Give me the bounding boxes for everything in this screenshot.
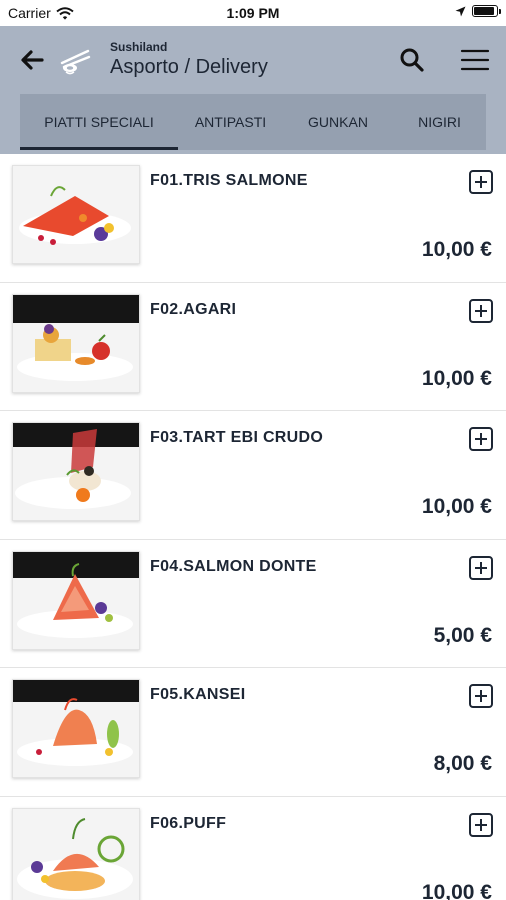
product-list: F01.TRIS SALMONE 10,00 € F02.AGARI 10,00…: [0, 154, 506, 900]
chopsticks-logo: [60, 49, 91, 75]
status-right: [455, 5, 501, 17]
item-name: F06.PUFF: [150, 814, 227, 832]
app-header: Sushiland Asporto / Delivery: [0, 26, 506, 94]
plus-square-icon[interactable]: [469, 684, 493, 708]
item-price: 10,00 €: [421, 495, 492, 518]
category-tabs: PIATTI SPECIALI ANTIPASTI GUNKAN NIGIRI: [20, 94, 486, 150]
dish-photo: [12, 293, 140, 393]
hamburger-menu-icon[interactable]: [460, 46, 490, 74]
item-name: F03.TART EBI CRUDO: [150, 429, 324, 446]
tab-gunkan[interactable]: GUNKAN: [283, 94, 393, 150]
plus-square-icon[interactable]: [469, 812, 493, 837]
list-item[interactable]: F01.TRIS SALMONE 10,00 €: [0, 154, 506, 283]
item-price: 5,00 €: [433, 623, 492, 647]
search-icon[interactable]: [398, 46, 426, 74]
item-name: F04.SALMON DONTE: [150, 557, 317, 575]
tab-label: ANTIPASTI: [194, 114, 267, 130]
dish-photo: [12, 422, 140, 521]
item-price: 8,00 €: [433, 752, 492, 775]
list-item[interactable]: F04.SALMON DONTE 5,00 €: [0, 539, 506, 668]
tab-label: NIGIRI: [418, 114, 461, 130]
dish-photo: [12, 679, 140, 778]
dish-photo: [12, 165, 140, 264]
tab-label: GUNKAN: [308, 114, 368, 130]
tab-piatti-speciali[interactable]: PIATTI SPECIALI: [20, 94, 178, 150]
item-name: F05.KANSEI: [150, 686, 246, 703]
dish-photo: [12, 807, 140, 900]
item-name: F01.TRIS SALMONE: [150, 172, 308, 189]
tab-nigiri[interactable]: NIGIRI: [393, 94, 486, 150]
location-arrow-icon: [455, 6, 466, 16]
item-name: F02.AGARI: [150, 300, 237, 318]
item-price: 10,00 €: [421, 366, 492, 390]
status-bar: Carrier 1:09 PM: [0, 0, 506, 26]
plus-square-icon[interactable]: [469, 427, 493, 451]
clock: 1:09 PM: [226, 5, 280, 21]
header-titles: Sushiland Asporto / Delivery: [110, 40, 268, 79]
tab-label: PIATTI SPECIALI: [44, 114, 154, 130]
page-title: Asporto / Delivery: [110, 56, 268, 78]
plus-square-icon[interactable]: [469, 170, 493, 194]
item-price: 10,00 €: [421, 880, 492, 900]
list-item[interactable]: F02.AGARI 10,00 €: [0, 282, 506, 411]
list-item[interactable]: F06.PUFF 10,00 €: [0, 796, 506, 900]
battery-fill: [474, 7, 494, 15]
arrow-left-icon[interactable]: [18, 46, 46, 74]
dish-photo: [12, 550, 140, 650]
category-tab-strip: PIATTI SPECIALI ANTIPASTI GUNKAN NIGIRI: [0, 94, 506, 154]
item-price: 10,00 €: [421, 238, 492, 261]
brand-name: Sushiland: [110, 40, 168, 54]
plus-square-icon[interactable]: [469, 298, 493, 323]
tab-antipasti[interactable]: ANTIPASTI: [178, 94, 283, 150]
plus-square-icon[interactable]: [469, 555, 493, 580]
list-item[interactable]: F03.TART EBI CRUDO 10,00 €: [0, 411, 506, 540]
battery-icon: [472, 5, 501, 17]
list-item[interactable]: F05.KANSEI 8,00 €: [0, 668, 506, 797]
